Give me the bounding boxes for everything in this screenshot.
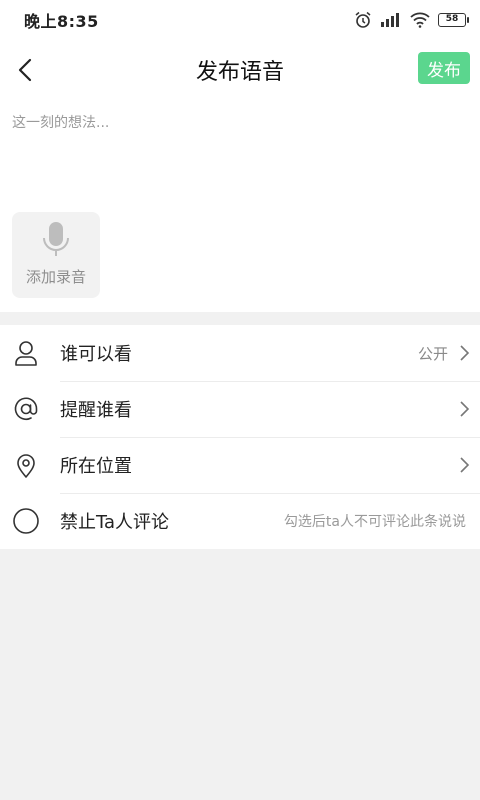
status-bar: 晚上8:35 58: [0, 0, 480, 40]
back-icon[interactable]: [14, 54, 38, 86]
signal-icon: [381, 13, 399, 27]
user-icon: [15, 341, 37, 366]
publish-button[interactable]: 发布: [418, 52, 470, 84]
options-list: 谁可以看 公开 提醒谁看 所在位置 禁止Ta人评论 勾选后ta人不可评论此条说说: [0, 325, 480, 549]
wifi-icon: [410, 12, 430, 28]
status-time: 晚上8:35: [24, 12, 99, 31]
option-forbid-comment[interactable]: 禁止Ta人评论 勾选后ta人不可评论此条说说: [0, 493, 480, 549]
chevron-right-icon: [460, 401, 470, 417]
compose-area: 添加录音: [0, 100, 480, 312]
checkbox-circle-icon[interactable]: [12, 507, 40, 535]
at-icon: [14, 397, 38, 421]
microphone-icon: [43, 222, 69, 256]
option-label: 禁止Ta人评论: [60, 512, 170, 533]
page-title: 发布语音: [195, 60, 284, 85]
forbid-comment-hint: 勾选后ta人不可评论此条说说: [283, 514, 466, 530]
chevron-right-icon: [460, 345, 470, 361]
status-icons: 58: [354, 11, 469, 29]
option-label: 所在位置: [60, 456, 132, 477]
option-label: 谁可以看: [60, 344, 132, 365]
battery-icon: 58: [438, 13, 469, 27]
add-audio-button[interactable]: 添加录音: [12, 212, 100, 298]
visibility-value: 公开: [417, 344, 448, 363]
alarm-icon: [355, 11, 371, 28]
add-audio-label: 添加录音: [25, 268, 86, 286]
option-label: 提醒谁看: [60, 400, 132, 421]
location-pin-icon: [17, 454, 35, 478]
option-who-can-see[interactable]: 谁可以看 公开: [0, 325, 480, 381]
header: 发布语音 发布: [0, 40, 480, 100]
option-location[interactable]: 所在位置: [0, 437, 480, 493]
chevron-right-icon: [460, 457, 470, 473]
thought-input[interactable]: [12, 112, 468, 192]
option-remind[interactable]: 提醒谁看: [0, 381, 480, 437]
